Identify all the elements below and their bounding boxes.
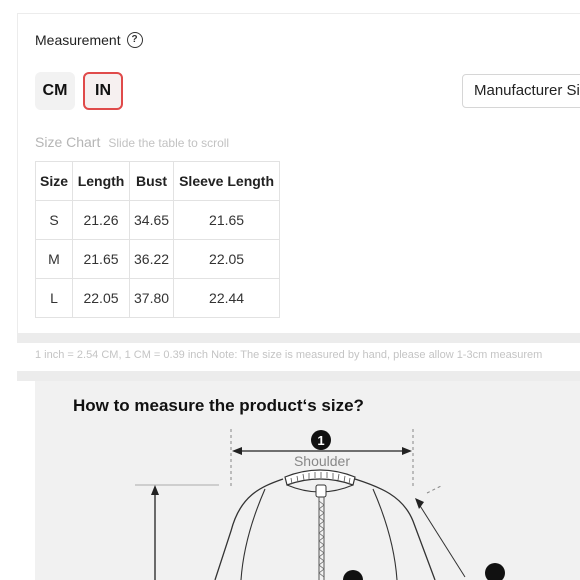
size-chart-title: Size Chart — [35, 134, 101, 150]
divider-band — [17, 333, 580, 343]
header-length: Length — [72, 161, 131, 201]
sleeve-arrow-line — [416, 500, 466, 578]
size-standard-select[interactable]: Manufacturer Si — [462, 74, 580, 108]
table-row: S 21.26 34.65 21.65 — [34, 200, 281, 240]
marker-1-label: 1 — [317, 433, 324, 448]
cell-size: M — [34, 239, 74, 279]
header-size: Size — [34, 161, 74, 201]
sleeve-arrow-icon — [415, 498, 424, 509]
unit-cm-button[interactable]: CM — [35, 72, 75, 110]
table-row: L 22.05 37.80 22.44 — [34, 278, 281, 318]
cell-bust: 36.22 — [129, 239, 175, 279]
header-sleeve-length: Sleeve Length — [173, 161, 281, 201]
cell-sleeve-length: 22.05 — [173, 239, 281, 279]
cell-sleeve-length: 22.44 — [173, 278, 281, 318]
zipper-teeth — [318, 500, 325, 578]
marker-4-icon — [485, 563, 505, 580]
jacket-left-outline — [214, 478, 284, 580]
question-circle-icon[interactable]: ? — [126, 32, 143, 48]
measurement-note: 1 inch = 2.54 CM, 1 CM = 0.39 inch Note:… — [35, 349, 543, 361]
cell-sleeve-length: 21.65 — [173, 200, 281, 240]
marker-2-icon — [343, 570, 363, 580]
arrow-left-icon — [232, 447, 242, 455]
header-bust: Bust — [129, 161, 175, 201]
unit-in-button[interactable]: IN — [83, 72, 123, 110]
arrow-right-icon — [402, 447, 412, 455]
divider-band — [17, 371, 580, 381]
size-chart-table[interactable]: Size Length Bust Sleeve Length S 21.26 3… — [34, 161, 281, 318]
cell-length: 21.65 — [72, 239, 131, 279]
arrow-up-icon — [151, 485, 159, 495]
size-chart-hint: Slide the table to scroll — [108, 136, 230, 150]
zipper-pull-icon — [315, 484, 327, 498]
sleeve-guide — [426, 484, 444, 494]
jacket-diagram: 1 Shoulder — [135, 429, 505, 580]
table-row: M 21.65 36.22 22.05 — [34, 239, 281, 279]
size-chart-heading: Size Chart Slide the table to scroll — [35, 134, 229, 150]
measurement-heading: Measurement ? — [35, 32, 143, 48]
cell-size: S — [34, 200, 74, 240]
jacket-right-seam — [372, 488, 398, 580]
cell-length: 22.05 — [72, 278, 131, 318]
cell-bust: 34.65 — [129, 200, 175, 240]
cell-size: L — [34, 278, 74, 318]
shoulder-label: Shoulder — [294, 453, 350, 469]
cell-length: 21.26 — [72, 200, 131, 240]
table-header-row: Size Length Bust Sleeve Length — [34, 161, 281, 201]
cell-bust: 37.80 — [129, 278, 175, 318]
measurement-title: Measurement — [35, 32, 121, 48]
measure-guide-image: How to measure the product‘s size? 1 Sho… — [35, 381, 580, 580]
